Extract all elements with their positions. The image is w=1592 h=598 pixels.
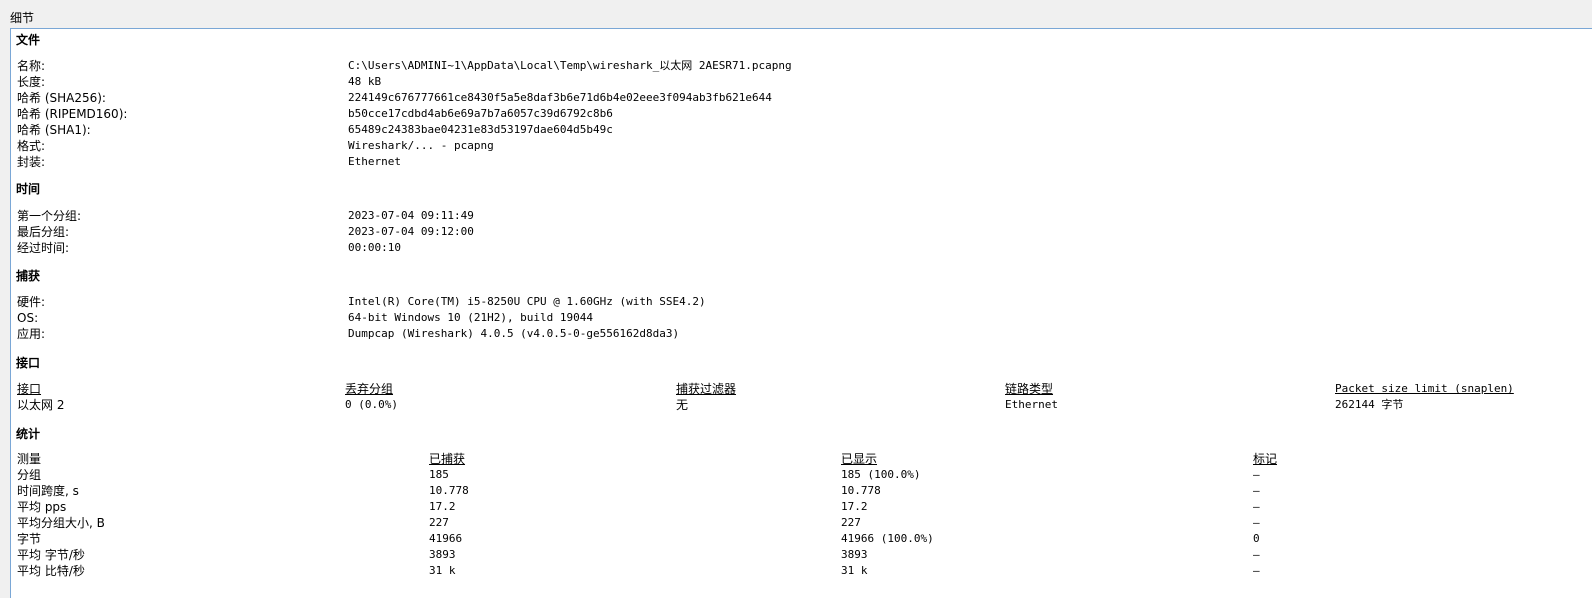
- file-row: 格式: Wireshark/... - pcapng: [11, 138, 1592, 154]
- interfaces-header-filter: 捕获过滤器: [676, 382, 737, 396]
- table-row: 平均分组大小, B 227 227 —: [11, 515, 1592, 531]
- stats-header-marked: 标记: [1253, 452, 1278, 466]
- capture-row: 硬件: Intel(R) Core(TM) i5-8250U CPU @ 1.60…: [11, 294, 1592, 310]
- stats-captured: 10.778: [429, 484, 469, 497]
- capture-value: 64-bit Windows 10 (21H2), build 19044: [348, 311, 594, 324]
- stats-captured: 227: [429, 516, 449, 529]
- file-row: 哈希 (SHA1): 65489c24383bae04231e83d53197da…: [11, 122, 1592, 138]
- table-row: 分组 185 185 (100.0%) —: [11, 467, 1592, 483]
- time-value: 2023-07-04 09:11:49: [348, 209, 474, 222]
- file-label: 哈希 (SHA1):: [17, 123, 91, 137]
- capture-value: Intel(R) Core(TM) i5-8250U CPU @ 1.60GHz…: [348, 295, 706, 308]
- file-value: C:\Users\ADMINI~1\AppData\Local\Temp\wir…: [348, 59, 792, 72]
- stats-marked: —: [1253, 548, 1260, 561]
- stats-measure: 平均 pps: [17, 500, 67, 514]
- stats-captured: 31 k: [429, 564, 456, 577]
- file-value: Ethernet: [348, 155, 401, 168]
- capture-label: OS:: [17, 311, 39, 325]
- stats-marked: —: [1253, 516, 1260, 529]
- table-row: 时间跨度, s 10.778 10.778 —: [11, 483, 1592, 499]
- time-row: 第一个分组: 2023-07-04 09:11:49: [11, 208, 1592, 224]
- interfaces-header-dropped: 丢弃分组: [345, 382, 394, 396]
- file-label: 长度:: [17, 75, 46, 89]
- file-value: Wireshark/... - pcapng: [348, 139, 494, 152]
- table-row: 平均 比特/秒 31 k 31 k —: [11, 563, 1592, 579]
- stats-measure: 分组: [17, 468, 42, 482]
- table-row: 平均 字节/秒 3893 3893 —: [11, 547, 1592, 563]
- file-value: 65489c24383bae04231e83d53197dae604d5b49c: [348, 123, 613, 136]
- file-row: 长度: 48 kB: [11, 74, 1592, 90]
- file-row: 哈希 (RIPEMD160): b50cce17cdbd4ab6e69a7b7a6…: [11, 106, 1592, 122]
- stats-header-displayed: 已显示: [841, 452, 878, 466]
- stats-header-captured: 已捕获: [429, 452, 466, 466]
- section-title-stats: 统计: [16, 427, 41, 441]
- stats-captured: 3893: [429, 548, 456, 561]
- section-title-interfaces: 接口: [16, 356, 41, 370]
- stats-marked: —: [1253, 484, 1260, 497]
- interface-linktype: Ethernet: [1005, 398, 1058, 411]
- stats-displayed: 17.2: [841, 500, 868, 513]
- file-row: 封装: Ethernet: [11, 154, 1592, 170]
- time-row: 最后分组: 2023-07-04 09:12:00: [11, 224, 1592, 240]
- interfaces-header-interface: 接口: [17, 382, 42, 396]
- interfaces-header-row: 接口 丢弃分组 捕获过滤器 链路类型 Packet size limit (sn…: [11, 381, 1592, 397]
- stats-measure: 时间跨度, s: [17, 484, 79, 498]
- stats-measure: 平均分组大小, B: [17, 516, 105, 530]
- time-value: 2023-07-04 09:12:00: [348, 225, 474, 238]
- interface-name: 以太网 2: [17, 398, 65, 412]
- table-row: 平均 pps 17.2 17.2 —: [11, 499, 1592, 515]
- file-label: 名称:: [17, 59, 46, 73]
- capture-row: OS: 64-bit Windows 10 (21H2), build 19044: [11, 310, 1592, 326]
- interface-snaplen: 262144 字节: [1335, 398, 1404, 411]
- time-value: 00:00:10: [348, 241, 401, 254]
- stats-measure: 平均 比特/秒: [17, 564, 85, 578]
- file-value: 224149c676777661ce8430f5a5e8daf3b6e71d6b…: [348, 91, 772, 104]
- stats-displayed: 3893: [841, 548, 868, 561]
- stats-measure: 平均 字节/秒: [17, 548, 85, 562]
- file-label: 格式:: [17, 139, 46, 153]
- table-row: 字节 41966 41966 (100.0%) 0: [11, 531, 1592, 547]
- section-title-time: 时间: [16, 182, 41, 196]
- time-label: 经过时间:: [17, 241, 70, 255]
- time-label: 最后分组:: [17, 225, 70, 239]
- stats-header-measure: 测量: [17, 452, 42, 466]
- stats-displayed: 31 k: [841, 564, 868, 577]
- file-value: b50cce17cdbd4ab6e69a7b7a6057c39d6792c8b6: [348, 107, 613, 120]
- stats-marked: —: [1253, 468, 1260, 481]
- file-label: 哈希 (SHA256):: [17, 91, 106, 105]
- capture-row: 应用: Dumpcap (Wireshark) 4.0.5 (v4.0.5-0-g…: [11, 326, 1592, 342]
- section-title-capture: 捕获: [16, 269, 41, 283]
- interface-dropped: 0 (0.0%): [345, 398, 398, 411]
- file-value: 48 kB: [348, 75, 382, 88]
- stats-captured: 17.2: [429, 500, 456, 513]
- stats-marked: —: [1253, 564, 1260, 577]
- stats-displayed: 41966 (100.0%): [841, 532, 934, 545]
- table-row: 以太网 2 0 (0.0%) 无 Ethernet 262144 字节: [11, 397, 1592, 413]
- details-panel[interactable]: 文件 名称: C:\Users\ADMINI~1\AppData\Local\Te…: [10, 28, 1592, 598]
- interfaces-header-linktype: 链路类型: [1005, 382, 1054, 396]
- file-label: 哈希 (RIPEMD160):: [17, 107, 128, 121]
- capture-label: 硬件:: [17, 295, 46, 309]
- time-label: 第一个分组:: [17, 209, 82, 223]
- stats-displayed: 185 (100.0%): [841, 468, 921, 481]
- file-label: 封装:: [17, 155, 46, 169]
- stats-marked: —: [1253, 500, 1260, 513]
- interface-filter: 无: [676, 398, 689, 412]
- section-title-file: 文件: [16, 33, 41, 47]
- stats-captured: 41966: [429, 532, 463, 545]
- capture-label: 应用:: [17, 327, 46, 341]
- file-row: 名称: C:\Users\ADMINI~1\AppData\Local\Temp\…: [11, 58, 1592, 74]
- stats-header-row: 测量 已捕获 已显示 标记: [11, 451, 1592, 467]
- stats-measure: 字节: [17, 532, 42, 546]
- time-row: 经过时间: 00:00:10: [11, 240, 1592, 256]
- stats-captured: 185: [429, 468, 449, 481]
- stats-marked: 0: [1253, 532, 1260, 545]
- interfaces-header-snaplen: Packet size limit (snaplen): [1335, 382, 1514, 395]
- capture-value: Dumpcap (Wireshark) 4.0.5 (v4.0.5-0-ge55…: [348, 327, 680, 340]
- stats-displayed: 227: [841, 516, 861, 529]
- details-group-title: 细节: [10, 11, 35, 25]
- stats-displayed: 10.778: [841, 484, 881, 497]
- file-row: 哈希 (SHA256): 224149c676777661ce8430f5a5e8…: [11, 90, 1592, 106]
